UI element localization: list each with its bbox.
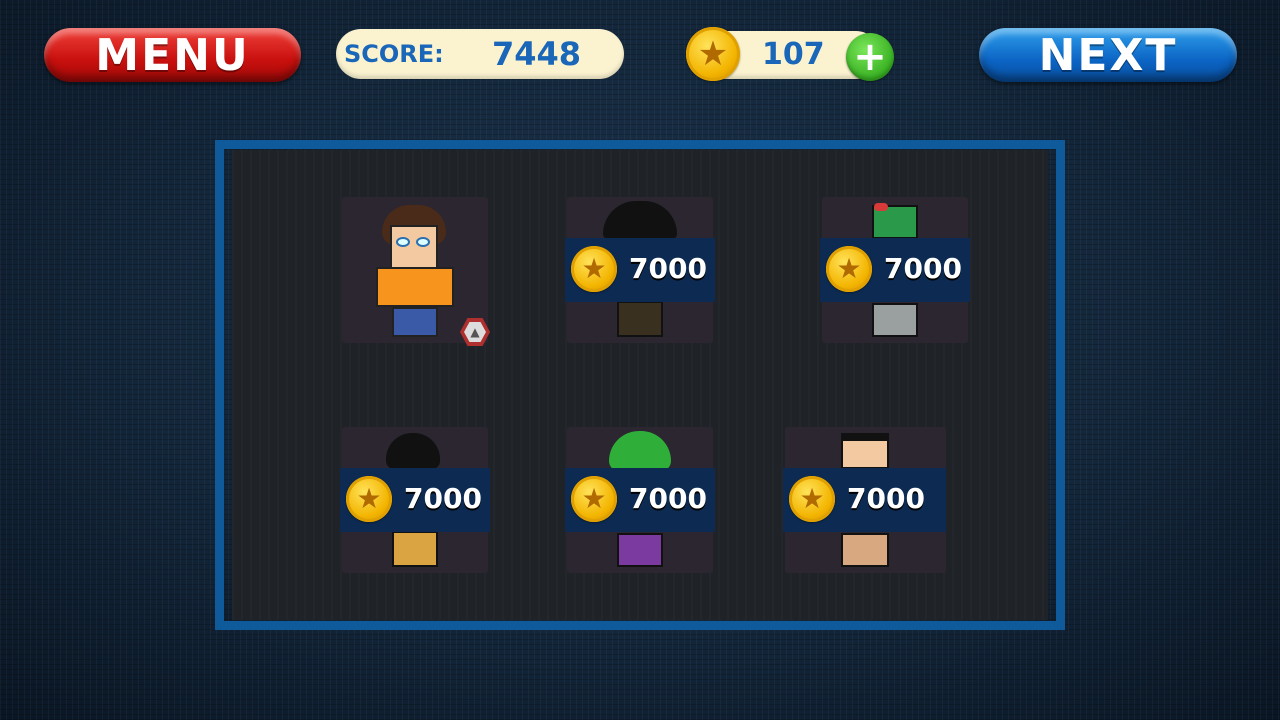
character-slot-caveman[interactable]: ★ 7000 <box>340 427 490 573</box>
character-slot-joker[interactable]: ★ 7000 <box>565 427 715 573</box>
price-tag: ★ 7000 <box>820 238 970 302</box>
price-text: 7000 <box>404 482 482 515</box>
star-coin-icon: ★ <box>826 246 872 292</box>
eye-left <box>396 237 410 247</box>
black-hair <box>386 433 440 469</box>
character-slot-zombie[interactable]: ★ 7000 <box>820 197 970 343</box>
price-tag: ★ 7000 <box>783 468 946 532</box>
bare-legs <box>841 533 889 567</box>
price-text: 7000 <box>884 252 962 285</box>
next-button[interactable]: NEXT <box>979 28 1237 82</box>
price-tag: ★ 7000 <box>340 468 490 532</box>
menu-button[interactable]: MENU <box>44 28 301 82</box>
star-coin-icon: ★ <box>686 27 740 81</box>
add-coins-button[interactable]: + <box>846 33 894 81</box>
score-value: 7448 <box>492 35 582 73</box>
pirate-hat <box>603 201 677 239</box>
price-text: 7000 <box>847 482 925 515</box>
orange-shirt <box>376 267 454 307</box>
brain <box>874 203 888 211</box>
price-text: 7000 <box>629 482 707 515</box>
character-head <box>841 433 889 469</box>
eye-right <box>416 237 430 247</box>
score-label: SCORE: <box>344 40 444 68</box>
character-slot-boxer[interactable]: ★ 7000 <box>783 427 946 573</box>
torn-pants <box>872 303 918 337</box>
blue-pants <box>392 307 438 337</box>
price-tag: ★ 7000 <box>565 238 715 302</box>
character-face <box>390 225 438 269</box>
price-text: 7000 <box>629 252 707 285</box>
character-slot-pirate[interactable]: ★ 7000 <box>565 197 715 343</box>
green-hair <box>609 431 671 471</box>
star-coin-icon: ★ <box>789 476 835 522</box>
star-coin-icon: ★ <box>346 476 392 522</box>
leopard-loincloth <box>392 531 438 567</box>
coin-count: 107 <box>762 37 825 72</box>
selected-badge-icon: ▲ <box>460 318 490 346</box>
dark-pants <box>617 301 663 337</box>
star-coin-icon: ★ <box>571 476 617 522</box>
plus-icon: + <box>853 34 887 80</box>
character-slot-curly-hair[interactable]: ▲ <box>342 197 490 346</box>
purple-pants <box>617 533 663 567</box>
price-tag: ★ 7000 <box>565 468 715 532</box>
score-display: SCORE: 7448 <box>336 29 624 79</box>
star-coin-icon: ★ <box>571 246 617 292</box>
